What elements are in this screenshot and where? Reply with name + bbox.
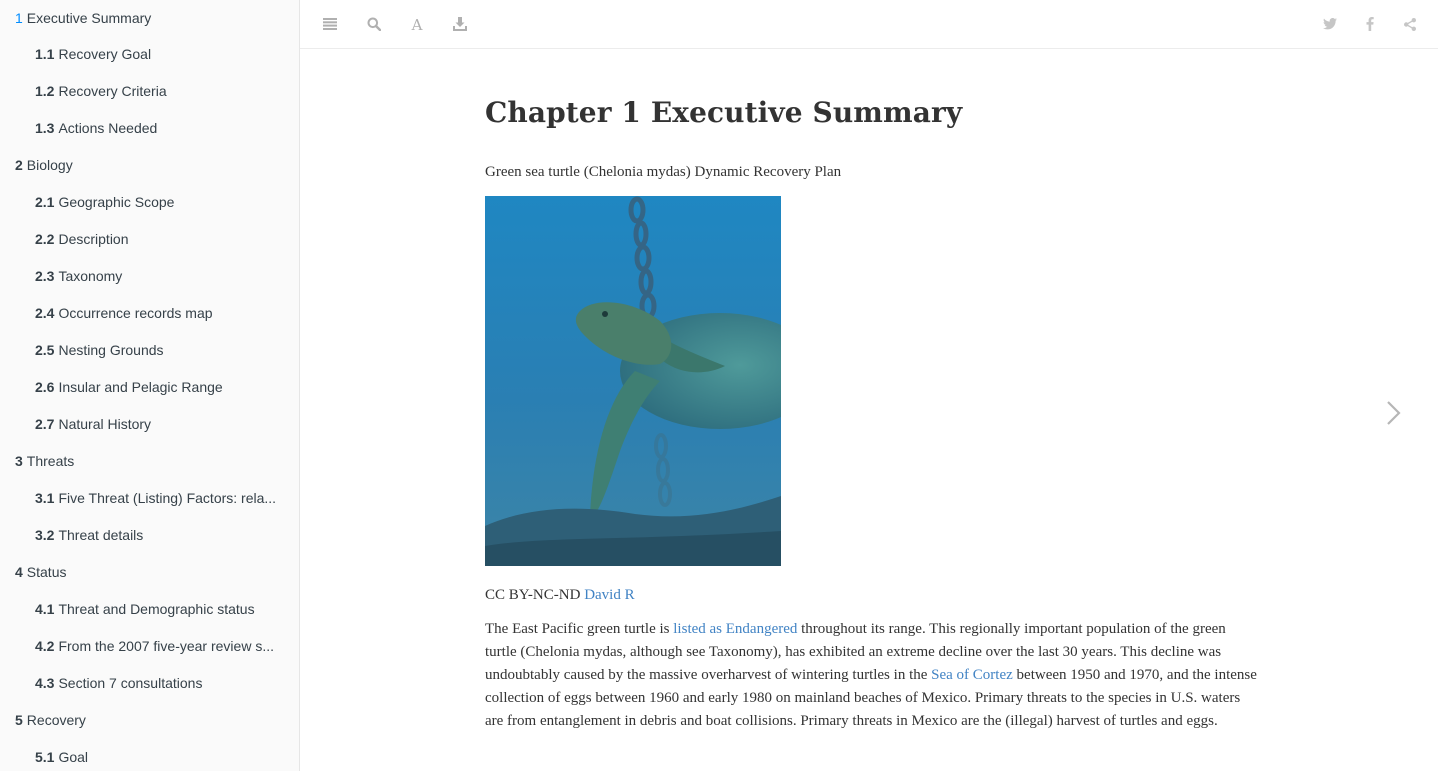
toc-item-2-7[interactable]: 2.7 Natural History (0, 406, 299, 443)
toc-item-label: Actions Needed (58, 120, 158, 136)
toc-item-1[interactable]: 1 Executive Summary (0, 0, 299, 36)
toc-item-2[interactable]: 2 Biology (0, 147, 299, 184)
summary-paragraph: The East Pacific green turtle is listed … (485, 618, 1260, 733)
toc-item-number: 2.3 (35, 268, 55, 284)
toc-item-number: 5.1 (35, 749, 55, 765)
toc-item-2-3[interactable]: 2.3 Taxonomy (0, 258, 299, 295)
next-page-chevron-icon[interactable] (1384, 398, 1404, 428)
toc-item-3-2[interactable]: 3.2 Threat details (0, 517, 299, 554)
toc-item-number: 3 (15, 453, 23, 469)
toc-item-label: From the 2007 five-year review s... (58, 638, 274, 654)
toc-item-label: Status (26, 564, 67, 580)
toc-item-number: 4 (15, 564, 23, 580)
toc-item-label: Taxonomy (58, 268, 123, 284)
toc-item-4-3[interactable]: 4.3 Section 7 consultations (0, 665, 299, 702)
toc-item-1-2[interactable]: 1.2 Recovery Criteria (0, 73, 299, 110)
toc-item-label: Five Threat (Listing) Factors: rela... (58, 490, 277, 506)
toc-item-number: 4.1 (35, 601, 55, 617)
toc-item-number: 1.2 (35, 83, 55, 99)
book-header-toolbar: A (300, 0, 1438, 49)
license-text: CC BY-NC-ND (485, 587, 581, 603)
toc-item-5-1[interactable]: 5.1 Goal (0, 739, 299, 771)
turtle-illustration (485, 196, 781, 566)
toc-item-4[interactable]: 4 Status (0, 554, 299, 591)
toc-list: 1 Executive Summary 1.1 Recovery Goal 1.2 Rec… (0, 0, 299, 771)
menu-icon[interactable] (320, 14, 340, 34)
page-subtitle: Green sea turtle (Chelonia mydas) Dynami… (485, 164, 842, 180)
toc-item-label: Nesting Grounds (58, 342, 164, 358)
search-icon[interactable] (364, 14, 384, 34)
toc-item-number: 2 (15, 157, 23, 173)
toc-item-number: 2.1 (35, 194, 55, 210)
page-title: Chapter 1 Executive Summary (485, 96, 963, 129)
share-icon[interactable] (1400, 14, 1420, 34)
toc-item-label: Geographic Scope (58, 194, 175, 210)
toc-item-2-4[interactable]: 2.4 Occurrence records map (0, 295, 299, 332)
toc-item-label: Executive Summary (26, 10, 152, 26)
toc-item-number: 2.5 (35, 342, 55, 358)
toc-item-label: Recovery Goal (58, 46, 152, 62)
toc-item-number: 4.3 (35, 675, 55, 691)
toc-item-label: Threat and Demographic status (58, 601, 255, 617)
toc-item-number: 2.2 (35, 231, 55, 247)
toc-item-4-1[interactable]: 4.1 Threat and Demographic status (0, 591, 299, 628)
toc-item-label: Biology (26, 157, 73, 173)
sea-of-cortez-link[interactable]: Sea of Cortez (931, 667, 1013, 683)
toc-item-label: Recovery (26, 712, 86, 728)
facebook-icon[interactable] (1360, 14, 1380, 34)
svg-text:A: A (411, 17, 423, 31)
toc-item-5[interactable]: 5 Recovery (0, 702, 299, 739)
toc-item-label: Occurrence records map (58, 305, 213, 321)
toc-item-3-1[interactable]: 3.1 Five Threat (Listing) Factors: rela..… (0, 480, 299, 517)
toc-item-2-5[interactable]: 2.5 Nesting Grounds (0, 332, 299, 369)
toc-item-label: Natural History (58, 416, 152, 432)
toc-item-1-1[interactable]: 1.1 Recovery Goal (0, 36, 299, 73)
toc-item-number: 1.3 (35, 120, 55, 136)
toc-item-label: Threat details (58, 527, 144, 543)
twitter-icon[interactable] (1320, 14, 1340, 34)
toc-item-label: Insular and Pelagic Range (58, 379, 223, 395)
toc-item-2-6[interactable]: 2.6 Insular and Pelagic Range (0, 369, 299, 406)
toc-item-number: 3.1 (35, 490, 55, 506)
listed-as-endangered-link[interactable]: listed as Endangered (673, 621, 797, 637)
page-content: Chapter 1 Executive Summary Green sea tu… (485, 90, 1260, 733)
green-sea-turtle-photo (485, 196, 781, 566)
toc-item-label: Section 7 consultations (58, 675, 203, 691)
toc-item-label: Description (58, 231, 129, 247)
toc-item-4-2[interactable]: 4.2 From the 2007 five-year review s... (0, 628, 299, 665)
toc-item-label: Recovery Criteria (58, 83, 167, 99)
toc-item-number: 5 (15, 712, 23, 728)
table-of-contents-sidebar: 1 Executive Summary 1.1 Recovery Goal 1.2 Rec… (0, 0, 300, 771)
download-icon[interactable] (450, 14, 470, 34)
toc-item-2-1[interactable]: 2.1 Geographic Scope (0, 184, 299, 221)
photographer-link[interactable]: David R (584, 587, 634, 603)
toc-item-label: Threats (26, 453, 75, 469)
toc-item-3[interactable]: 3 Threats (0, 443, 299, 480)
toc-item-number: 2.7 (35, 416, 55, 432)
toc-item-number: 4.2 (35, 638, 55, 654)
paragraph-text-1: The East Pacific green turtle is (485, 621, 670, 637)
toc-item-number: 1 (15, 10, 23, 26)
toc-item-1-3[interactable]: 1.3 Actions Needed (0, 110, 299, 147)
toc-item-2-2[interactable]: 2.2 Description (0, 221, 299, 258)
toc-item-number: 2.4 (35, 305, 55, 321)
toc-item-number: 3.2 (35, 527, 55, 543)
toc-item-number: 1.1 (35, 46, 55, 62)
toc-item-number: 2.6 (35, 379, 55, 395)
font-settings-icon[interactable]: A (407, 14, 427, 34)
toc-item-label: Goal (58, 749, 89, 765)
photo-credit: CC BY-NC-ND David R (485, 583, 1260, 607)
